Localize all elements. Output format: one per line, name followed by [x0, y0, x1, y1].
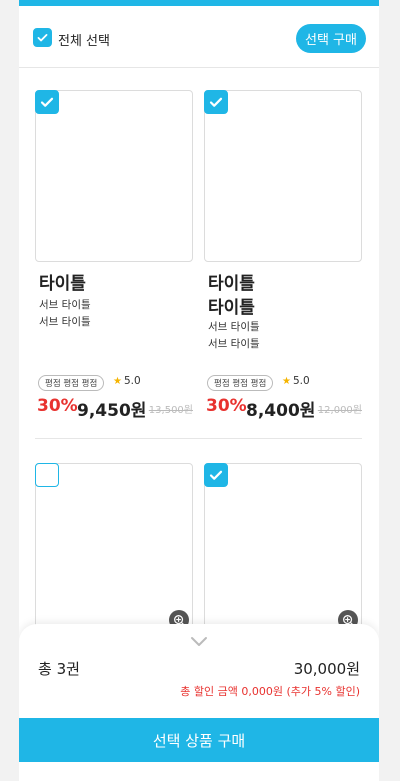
product-rating: ★ 5.0 — [282, 375, 310, 387]
price-row: 30% 9,450원 13,500원 — [37, 396, 195, 421]
check-icon — [209, 470, 223, 480]
rating-tag: 평점 평점 평점 — [207, 375, 274, 391]
product-subtitle: 서브 타이틀 — [39, 316, 91, 328]
star-icon: ★ — [282, 375, 291, 387]
rating-tag: 평점 평점 평점 — [38, 375, 105, 391]
divider — [19, 67, 379, 68]
product-subtitle: 서브 타이틀 — [39, 299, 91, 311]
product-thumbnail[interactable] — [35, 463, 193, 635]
product-thumbnail[interactable] — [35, 90, 193, 262]
rating-value: 5.0 — [292, 375, 310, 387]
top-accent-bar — [19, 0, 379, 6]
sale-price: 9,450원 — [77, 401, 147, 421]
buy-selected-items-button[interactable]: 선택 상품 구매 — [19, 718, 379, 762]
product-subtitle: 서브 타이틀 — [208, 321, 260, 333]
product-checkbox[interactable] — [35, 463, 59, 487]
product-checkbox[interactable] — [204, 90, 228, 114]
check-icon — [40, 97, 54, 107]
product-title: 타이틀 — [208, 298, 255, 318]
price-row: 30% 8,400원 12,000원 — [206, 396, 364, 421]
total-price: 30,000원 — [293, 660, 360, 678]
star-icon: ★ — [113, 375, 122, 387]
product-thumbnail[interactable] — [204, 463, 362, 635]
product-rating: ★ 5.0 — [113, 375, 141, 387]
cart-frame: 전체 선택 선택 구매 타이틀 서브 타이틀 서브 타이틀 평점 평점 평점 ★… — [19, 0, 379, 781]
sale-price: 8,400원 — [246, 401, 316, 421]
discount-rate: 30% — [37, 396, 78, 416]
buy-selected-button[interactable]: 선택 구매 — [296, 24, 366, 53]
product-thumbnail[interactable] — [204, 90, 362, 262]
rating-value: 5.0 — [123, 375, 141, 387]
select-all-row: 전체 선택 선택 구매 — [19, 18, 379, 58]
total-count: 총 3권 — [38, 660, 80, 678]
select-all-checkbox[interactable] — [33, 28, 52, 47]
product-title: 타이틀 — [39, 274, 86, 294]
product-checkbox[interactable] — [204, 463, 228, 487]
product-card[interactable]: 타이틀 서브 타이틀 서브 타이틀 평점 평점 평점 ★ 5.0 30% 9,4… — [35, 90, 195, 421]
product-card[interactable] — [204, 463, 362, 635]
discount-rate: 30% — [206, 396, 247, 416]
select-all-label[interactable]: 전체 선택 — [58, 30, 110, 49]
check-icon — [37, 34, 48, 42]
chevron-down-icon[interactable] — [190, 634, 208, 648]
check-icon — [209, 97, 223, 107]
original-price: 13,500원 — [148, 405, 193, 416]
product-card[interactable]: 타이틀 타이틀 서브 타이틀 서브 타이틀 평점 평점 평점 ★ 5.0 30%… — [204, 90, 364, 421]
product-checkbox[interactable] — [35, 90, 59, 114]
product-subtitle: 서브 타이틀 — [208, 338, 260, 350]
discount-note: 총 할인 금액 0,000원 (추가 5% 할인) — [180, 685, 360, 698]
original-price: 12,000원 — [317, 405, 362, 416]
divider — [35, 438, 362, 439]
product-title: 타이틀 — [208, 274, 255, 294]
product-card[interactable] — [35, 463, 193, 635]
